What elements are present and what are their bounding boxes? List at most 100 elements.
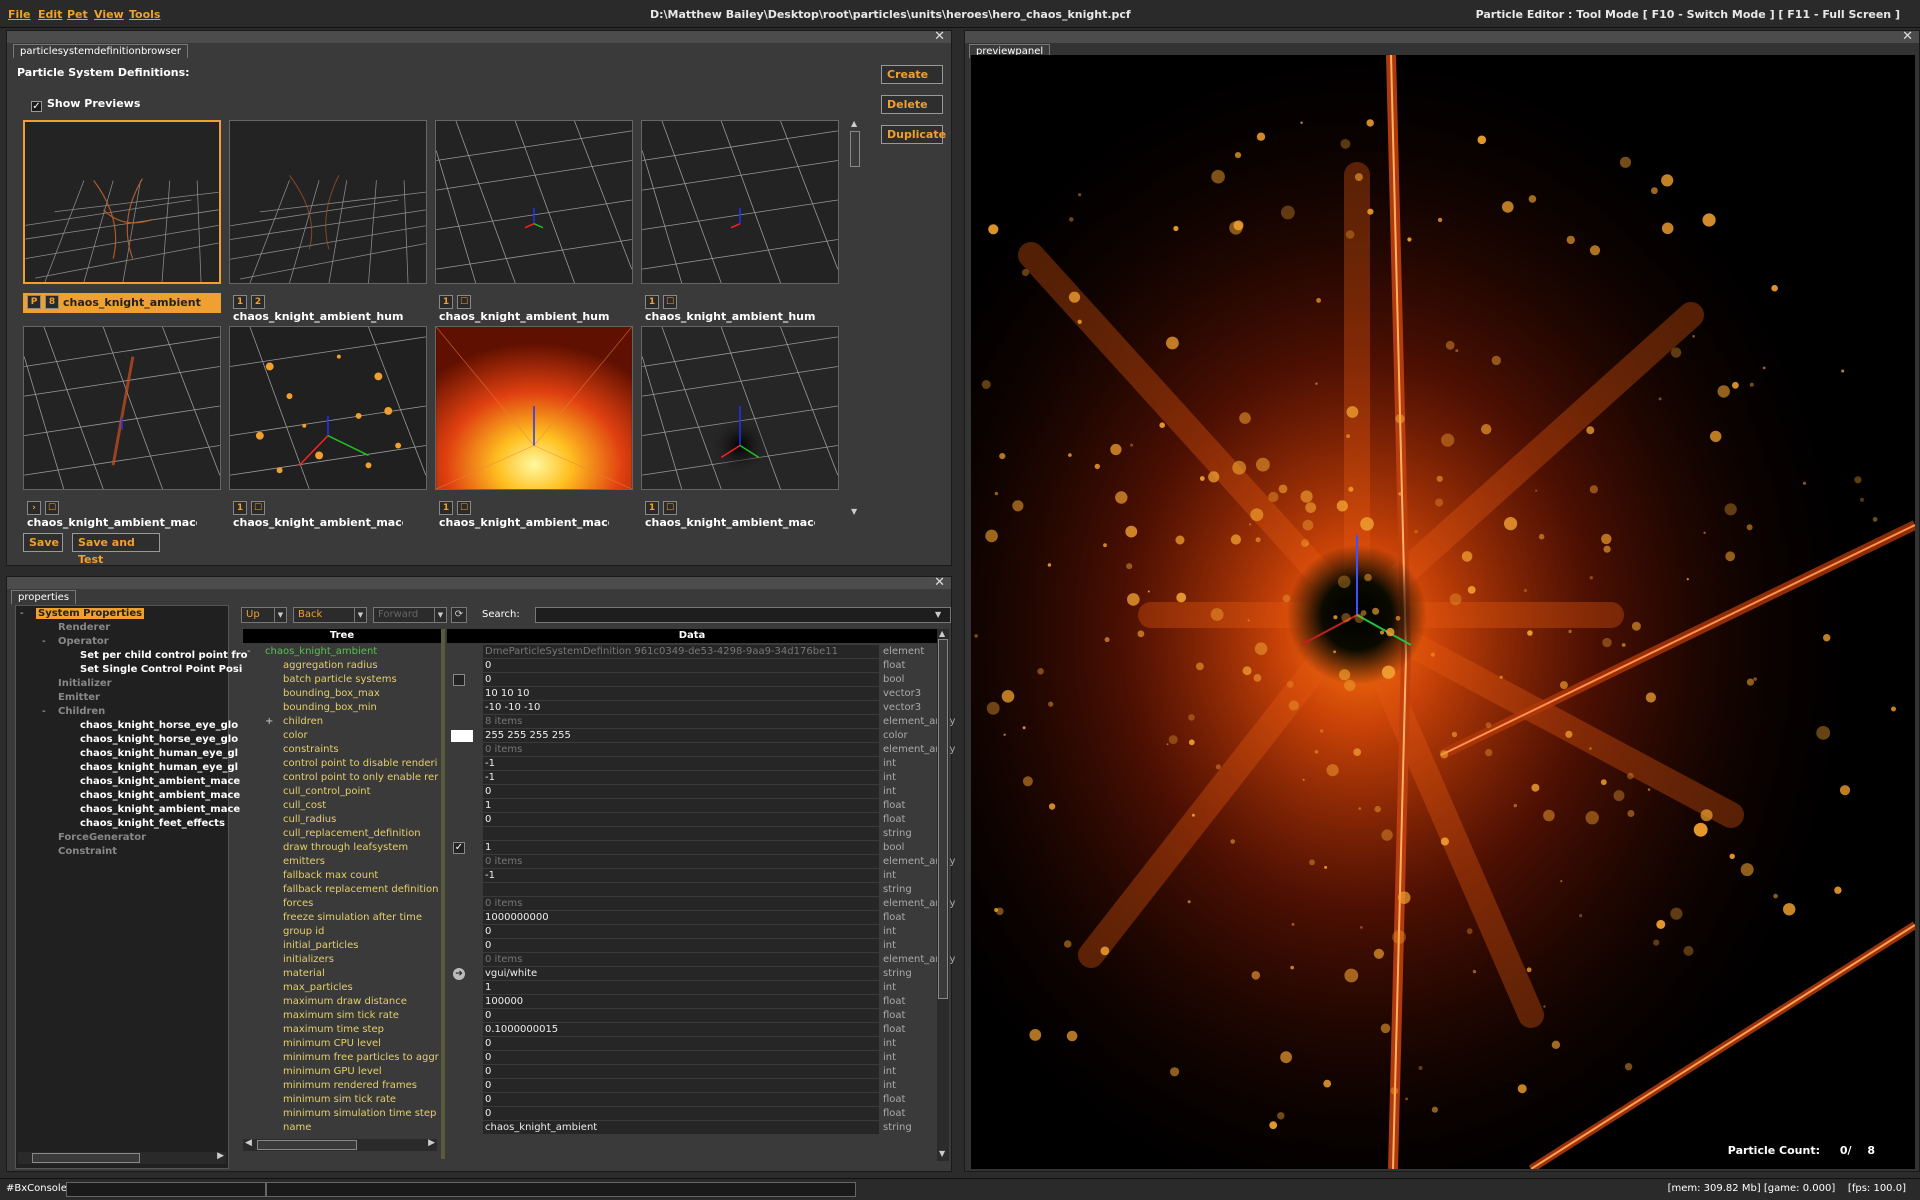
tree-item-operator-child[interactable]: Set per child control point fro bbox=[80, 650, 248, 661]
tree-item-children[interactable]: Children bbox=[58, 706, 105, 717]
save-button[interactable]: Save bbox=[23, 533, 63, 552]
tree-item-system-properties[interactable]: System Properties bbox=[36, 608, 145, 619]
table-row[interactable]: name chaos_knight_ambient string bbox=[243, 1121, 937, 1135]
tree-item-child[interactable]: chaos_knight_ambient_mace bbox=[80, 804, 240, 815]
scroll-left-icon[interactable]: ◀ bbox=[245, 1138, 252, 1148]
item-count-box[interactable]: ☐ bbox=[457, 295, 471, 309]
property-value[interactable]: 1000000000 bbox=[483, 911, 879, 924]
table-row[interactable]: aggregation radius 0 float bbox=[243, 659, 937, 673]
collapse-icon[interactable]: - bbox=[42, 636, 46, 647]
column-header-tree[interactable]: Tree bbox=[243, 629, 441, 643]
table-row[interactable]: control point to only enable rer -1 int bbox=[243, 771, 937, 785]
property-value[interactable]: vgui/white bbox=[483, 967, 879, 980]
table-row[interactable]: bounding_box_max 10 10 10 vector3 bbox=[243, 687, 937, 701]
item-flag-box[interactable]: 1 bbox=[645, 295, 659, 309]
table-row[interactable]: fallback replacement definition string bbox=[243, 883, 937, 897]
menu-tools[interactable]: Tools bbox=[129, 8, 160, 21]
list-item[interactable]: 1 ☐chaos_knight_ambient_mace_b bbox=[233, 501, 429, 529]
property-value[interactable]: 8 items bbox=[483, 715, 879, 728]
list-item[interactable]: › ☐chaos_knight_ambient_mace bbox=[27, 501, 223, 529]
tree-item-emitter[interactable]: Emitter bbox=[58, 692, 100, 703]
property-value[interactable]: 10 10 10 bbox=[483, 687, 879, 700]
tab-particlesystemdefinitionbrowser[interactable]: particlesystemdefinitionbrowser bbox=[13, 44, 188, 58]
property-value[interactable]: 0 bbox=[483, 1107, 879, 1120]
property-value[interactable]: 0 items bbox=[483, 897, 879, 910]
item-count-box[interactable]: ☐ bbox=[457, 501, 471, 515]
item-count-box[interactable]: ☐ bbox=[663, 295, 677, 309]
tree-item-operator[interactable]: Operator bbox=[58, 636, 109, 647]
table-row[interactable]: cull_radius 0 float bbox=[243, 813, 937, 827]
table-row[interactable]: draw through leafsystem ✓ 1 bool bbox=[243, 841, 937, 855]
property-value[interactable]: 0 items bbox=[483, 855, 879, 868]
table-row[interactable]: max_particles 1 int bbox=[243, 981, 937, 995]
table-row[interactable]: color 255 255 255 255 color bbox=[243, 729, 937, 743]
show-previews-checkbox[interactable]: ✓ Show Previews bbox=[31, 97, 140, 112]
list-item[interactable]: 1 ☐chaos_knight_ambient_human_ bbox=[645, 295, 841, 323]
menu-view[interactable]: View bbox=[94, 8, 124, 21]
table-row[interactable]: material ➔ vgui/white string bbox=[243, 967, 937, 981]
list-item[interactable]: P 8 chaos_knight_ambient bbox=[23, 293, 221, 313]
item-count-box[interactable]: ☐ bbox=[45, 501, 59, 515]
checkbox-checked-icon[interactable]: ✓ bbox=[453, 842, 465, 854]
up-button[interactable]: Up ▼ bbox=[241, 607, 287, 623]
property-value[interactable]: 0 bbox=[483, 1093, 879, 1106]
table-row[interactable]: cull_replacement_definition string bbox=[243, 827, 937, 841]
table-row[interactable]: minimum free particles to aggr 0 int bbox=[243, 1051, 937, 1065]
tree-item-child[interactable]: chaos_knight_human_eye_gl bbox=[80, 748, 238, 759]
property-value[interactable]: 100000 bbox=[483, 995, 879, 1008]
property-value[interactable]: 1 bbox=[483, 841, 879, 854]
table-row[interactable]: initial_particles 0 int bbox=[243, 939, 937, 953]
tree-item-child[interactable]: chaos_knight_horse_eye_glo bbox=[80, 720, 238, 731]
property-value[interactable]: 0 bbox=[483, 925, 879, 938]
preview-thumbnail[interactable] bbox=[435, 326, 633, 490]
property-value[interactable]: 0 bbox=[483, 1037, 879, 1050]
list-item[interactable]: 1 ☐chaos_knight_ambient_human_ bbox=[439, 295, 635, 323]
scroll-down-icon[interactable]: ▼ bbox=[851, 507, 857, 516]
item-flag-box[interactable]: › bbox=[27, 501, 41, 515]
tree-item-child[interactable]: chaos_knight_ambient_mace bbox=[80, 776, 240, 787]
property-value[interactable]: -1 bbox=[483, 757, 879, 770]
tree-item-force-generator[interactable]: ForceGenerator bbox=[58, 832, 146, 843]
property-value[interactable]: DmeParticleSystemDefinition 961c0349-de5… bbox=[483, 645, 879, 658]
scrollbar-thumb[interactable] bbox=[850, 131, 860, 167]
menu-file[interactable]: File bbox=[8, 8, 31, 21]
property-value[interactable]: 0 bbox=[483, 1009, 879, 1022]
table-row[interactable]: minimum GPU level 0 int bbox=[243, 1065, 937, 1079]
collapse-icon[interactable]: - bbox=[247, 645, 251, 659]
property-value[interactable]: 0 bbox=[483, 1051, 879, 1064]
scroll-up-icon[interactable]: ▲ bbox=[939, 629, 945, 638]
preview-thumbnail[interactable] bbox=[435, 120, 633, 284]
property-value[interactable]: 1 bbox=[483, 981, 879, 994]
checkbox-unchecked-icon[interactable] bbox=[453, 674, 465, 686]
table-row[interactable]: + children 8 items element_array bbox=[243, 715, 955, 729]
preview-thumbnail[interactable] bbox=[23, 326, 221, 490]
preview-thumbnail[interactable] bbox=[641, 326, 839, 490]
refresh-icon[interactable]: ⟳ bbox=[451, 607, 467, 623]
property-value[interactable]: 0 bbox=[483, 659, 879, 672]
property-value[interactable]: chaos_knight_ambient bbox=[483, 1121, 879, 1134]
table-row[interactable]: constraints 0 items element_array bbox=[243, 743, 955, 757]
console-input[interactable] bbox=[66, 1182, 266, 1197]
scrollbar-thumb[interactable] bbox=[938, 639, 948, 999]
preview-thumbnail[interactable] bbox=[229, 326, 427, 490]
property-value[interactable]: 0 items bbox=[483, 743, 879, 756]
preview-thumbnail[interactable] bbox=[229, 120, 427, 284]
table-row[interactable]: emitters 0 items element_array bbox=[243, 855, 955, 869]
close-icon[interactable]: ✕ bbox=[934, 575, 945, 590]
item-count-box[interactable]: ☐ bbox=[251, 501, 265, 515]
scrollbar-thumb[interactable] bbox=[32, 1153, 140, 1163]
table-row[interactable]: initializers 0 items element_array bbox=[243, 953, 955, 967]
tree-item-child[interactable]: chaos_knight_feet_effects bbox=[80, 818, 225, 829]
thumbnail-scrollbar[interactable]: ▲ ▼ bbox=[849, 119, 861, 519]
property-value[interactable]: -1 bbox=[483, 771, 879, 784]
tree-column-hscrollbar[interactable]: ◀ ▶ bbox=[243, 1138, 437, 1151]
property-value[interactable]: 0 bbox=[483, 1079, 879, 1092]
scroll-right-icon[interactable]: ▶ bbox=[428, 1138, 435, 1148]
back-button[interactable]: Back ▼ bbox=[293, 607, 367, 623]
save-and-test-button[interactable]: Save and Test bbox=[72, 533, 160, 566]
tree-item-renderer[interactable]: Renderer bbox=[58, 622, 110, 633]
table-row[interactable]: - chaos_knight_ambient DmeParticleSystemDe… bbox=[243, 645, 937, 659]
delete-button[interactable]: Delete bbox=[881, 95, 943, 114]
table-row[interactable]: batch particle systems 0 bool bbox=[243, 673, 937, 687]
property-value[interactable]: 0.1000000015 bbox=[483, 1023, 879, 1036]
